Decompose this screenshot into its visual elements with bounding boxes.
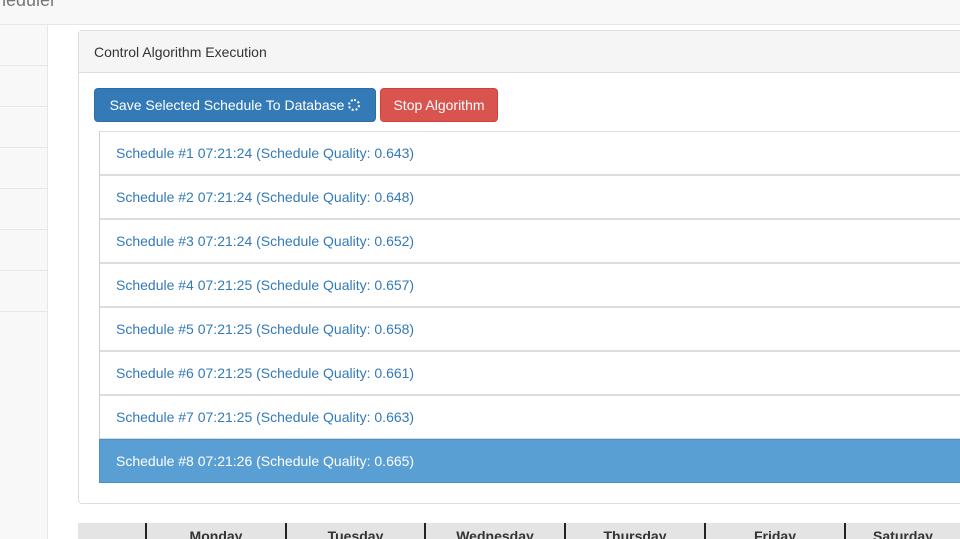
schedule-item-5[interactable]: Schedule #5 07:21:25 (Schedule Quality: … [99, 307, 960, 351]
calendar-day-friday: Friday [704, 523, 844, 539]
sidebar-item[interactable] [0, 66, 48, 107]
schedule-item-6[interactable]: Schedule #6 07:21:25 (Schedule Quality: … [99, 351, 960, 395]
sidebar-item[interactable] [0, 230, 48, 271]
calendar-day-monday: Monday [145, 523, 285, 539]
sidebar-item[interactable] [0, 148, 48, 189]
top-navbar: heduler [0, 0, 960, 25]
sidebar-item[interactable] [0, 107, 48, 148]
loading-spinner-icon [348, 99, 361, 111]
panel-heading: Control Algorithm Execution [79, 31, 960, 73]
sidebar-item[interactable] [0, 25, 48, 66]
calendar-day-saturday: Saturday [844, 523, 960, 539]
schedule-item-8[interactable]: Schedule #8 07:21:26 (Schedule Quality: … [99, 439, 960, 483]
algorithm-control-panel: Control Algorithm Execution Save Selecte… [78, 30, 960, 504]
sidebar-item[interactable] [0, 189, 48, 230]
schedule-item-7[interactable]: Schedule #7 07:21:25 (Schedule Quality: … [99, 395, 960, 439]
schedule-item-3[interactable]: Schedule #3 07:21:24 (Schedule Quality: … [99, 219, 960, 263]
calendar-day-wednesday: Wednesday [424, 523, 564, 539]
save-schedule-label: Save Selected Schedule To Database [109, 97, 345, 113]
calendar-day-thursday: Thursday [564, 523, 704, 539]
stop-algorithm-button[interactable]: Stop Algorithm [380, 88, 498, 122]
calendar-day-tuesday: Tuesday [285, 523, 424, 539]
sidebar [0, 25, 48, 539]
save-schedule-button[interactable]: Save Selected Schedule To Database [94, 88, 376, 122]
schedule-item-2[interactable]: Schedule #2 07:21:24 (Schedule Quality: … [99, 175, 960, 219]
schedule-item-1[interactable]: Schedule #1 07:21:24 (Schedule Quality: … [99, 131, 960, 175]
sidebar-item[interactable] [0, 271, 48, 312]
calendar-header: Monday Tuesday Wednesday Thursday Friday… [78, 523, 960, 539]
app-brand[interactable]: heduler [0, 0, 56, 11]
schedule-item-4[interactable]: Schedule #4 07:21:25 (Schedule Quality: … [99, 263, 960, 307]
